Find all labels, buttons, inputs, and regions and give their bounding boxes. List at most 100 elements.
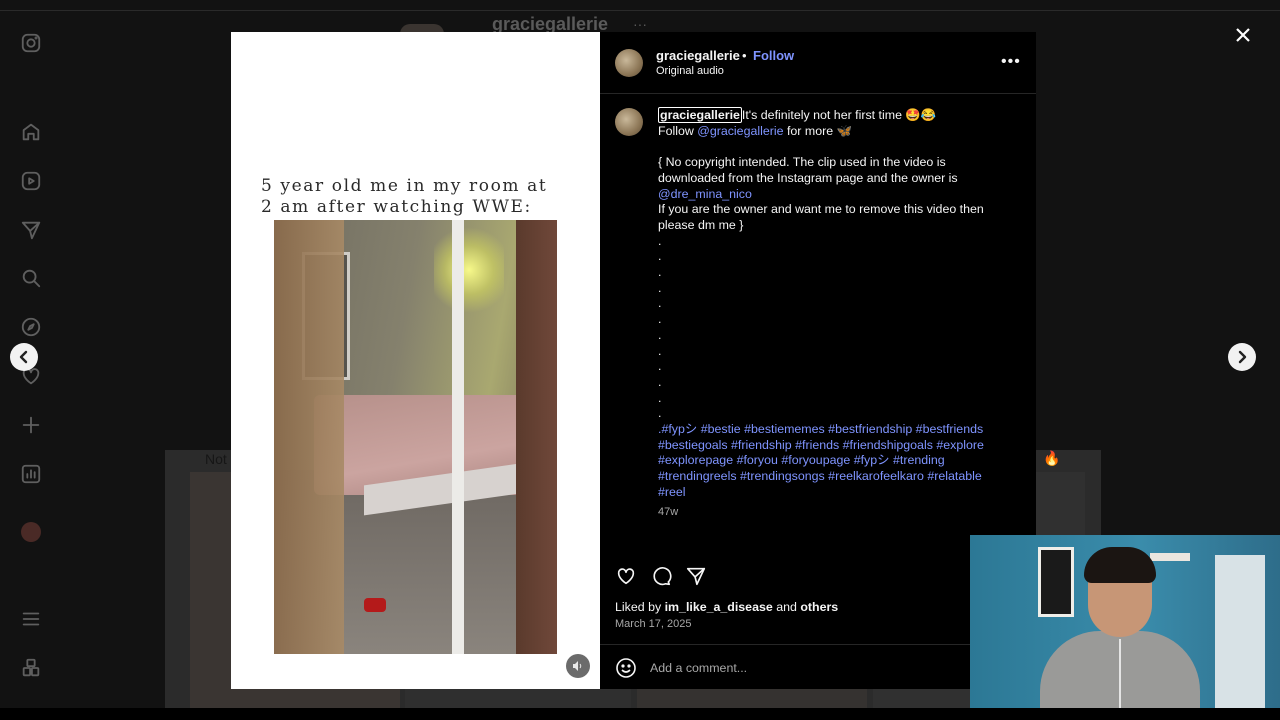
caption-dot: .: [658, 343, 662, 358]
caption-disclaimer-1: { No copyright intended. The clip used i…: [658, 155, 958, 185]
hashtag-link[interactable]: #explore: [936, 438, 984, 452]
hashtag-link[interactable]: #fypシ: [854, 453, 890, 467]
hashtag-link[interactable]: .#fypシ: [658, 422, 697, 436]
caption-dot: .: [658, 374, 662, 389]
webcam-picture-frame: [1038, 547, 1074, 617]
video-overlay-text-line2: 2 am after watching WWE:: [261, 197, 532, 217]
header-separator: •: [742, 48, 747, 63]
hashtag-link[interactable]: #trending: [893, 453, 945, 467]
more-options-button[interactable]: •••: [1001, 54, 1021, 70]
caption-owner-handle-link[interactable]: @dre_mina_nico: [658, 187, 1008, 203]
caption-hashtags: .#fypシ #bestie #bestiememes #bestfriends…: [658, 422, 1008, 501]
follow-button[interactable]: Follow: [753, 48, 794, 63]
hashtag-link[interactable]: #reelkarofeelkaro: [828, 469, 924, 483]
caption-dot: .: [658, 406, 662, 421]
next-post-button[interactable]: [1228, 343, 1256, 371]
hashtag-link[interactable]: #trendingsongs: [740, 469, 825, 483]
hashtag-link[interactable]: #friendshipgoals: [843, 438, 933, 452]
caption-first-line: graciegallerie It's definitely not her fi…: [658, 107, 1008, 124]
liked-by-line: Liked by im_like_a_disease and others: [615, 600, 838, 614]
create-icon[interactable]: [19, 413, 43, 437]
caption-line1: It's definitely not her first time 🤩😂: [741, 108, 937, 122]
emoji-picker-button[interactable]: [615, 657, 637, 679]
video-foreground-wood: [274, 220, 344, 654]
caption-dot: .: [658, 280, 662, 295]
post-date: March 17, 2025: [615, 618, 692, 630]
caption-dot: .: [658, 390, 662, 405]
hashtag-link[interactable]: #bestie: [701, 422, 741, 436]
caption-username[interactable]: graciegallerie: [658, 107, 742, 123]
caption-follow-line: Follow @graciegallerie for more 🦋: [658, 124, 1008, 140]
dashboard-icon[interactable]: [19, 462, 43, 486]
caption-dot: .: [658, 233, 662, 248]
mute-toggle-button[interactable]: [566, 654, 590, 678]
hashtag-link[interactable]: #explorepage: [658, 453, 733, 467]
original-audio-link[interactable]: Original audio: [656, 65, 724, 77]
instagram-logo-icon[interactable]: [19, 31, 43, 55]
webcam-overlay: [970, 535, 1280, 708]
previous-post-button[interactable]: [10, 343, 38, 371]
post-caption: graciegallerie It's definitely not her fi…: [658, 107, 1008, 501]
top-divider: [0, 10, 1280, 11]
hashtag-link[interactable]: #foryoupage: [781, 453, 850, 467]
hashtag-link[interactable]: #trendingreels: [658, 469, 737, 483]
caption-dot: .: [658, 312, 662, 327]
home-icon[interactable]: [19, 120, 43, 144]
heart-icon: [617, 568, 635, 585]
caption-follow-suffix: for more 🦋: [783, 123, 852, 138]
bottom-band: [0, 708, 1280, 720]
post-header: graciegallerie • Follow Original audio •…: [600, 32, 1036, 94]
like-button[interactable]: [615, 565, 637, 587]
video-bed-post: [452, 220, 464, 654]
caption-dot: .: [658, 296, 662, 311]
also-from-meta-icon[interactable]: [19, 656, 43, 680]
explore-icon[interactable]: [19, 315, 43, 339]
emoji-icon: [616, 658, 636, 678]
video-red-object: [364, 598, 386, 612]
hashtag-link[interactable]: #friends: [795, 438, 839, 452]
author-avatar[interactable]: [615, 49, 643, 77]
share-button[interactable]: [685, 565, 707, 587]
comment-input[interactable]: [650, 657, 950, 679]
liked-prefix: Liked by: [615, 600, 665, 614]
hashtag-link[interactable]: #bestiememes: [744, 422, 825, 436]
messages-icon[interactable]: [19, 218, 43, 242]
hashtag-link[interactable]: #bestfriends: [916, 422, 984, 436]
video-door: [516, 220, 557, 654]
background-tile-label: Not: [205, 451, 227, 467]
hashtag-link[interactable]: #bestiegoals: [658, 438, 728, 452]
liked-and: and: [772, 600, 801, 614]
hashtag-link[interactable]: #bestfriendship: [828, 422, 912, 436]
video-frame[interactable]: [274, 220, 557, 654]
webcam-shelf: [1150, 553, 1190, 561]
caption-author-avatar[interactable]: [615, 108, 643, 136]
liked-by-user-link[interactable]: im_like_a_disease: [665, 600, 773, 614]
chevron-right-icon: [1238, 350, 1247, 364]
menu-icon[interactable]: [19, 607, 43, 631]
hashtag-link[interactable]: #friendship: [731, 438, 792, 452]
webcam-person-hair: [1084, 547, 1156, 583]
webcam-zipper: [1119, 639, 1121, 708]
hashtag-link[interactable]: #foryou: [737, 453, 778, 467]
video-light: [434, 220, 504, 320]
post-time-ago[interactable]: 47w: [658, 506, 678, 518]
background-more-dots: ···: [633, 16, 647, 32]
hashtag-link[interactable]: #reel: [658, 485, 686, 499]
caption-disclaimer-2: If you are the owner and want me to remo…: [658, 202, 984, 232]
caption-dot: .: [658, 327, 662, 342]
post-modal: 5 year old me in my room at 2 am after w…: [231, 32, 1036, 689]
caption-follow-prefix: Follow: [658, 123, 698, 138]
background-tile-emoji: 🔥: [1043, 450, 1061, 466]
share-icon: [686, 567, 706, 586]
close-button[interactable]: [1232, 24, 1254, 46]
caption-follow-handle-link[interactable]: @graciegallerie: [697, 124, 783, 138]
profile-avatar[interactable]: [21, 522, 41, 542]
hashtag-link[interactable]: #relatable: [927, 469, 981, 483]
video-overlay-text: 5 year old me in my room at 2 am after w…: [261, 176, 581, 218]
liked-by-others-link[interactable]: others: [800, 600, 838, 614]
author-username[interactable]: graciegallerie: [656, 48, 740, 63]
comment-button[interactable]: [650, 565, 672, 587]
search-icon[interactable]: [19, 266, 43, 290]
reels-icon[interactable]: [19, 169, 43, 193]
post-media[interactable]: 5 year old me in my room at 2 am after w…: [231, 32, 600, 689]
